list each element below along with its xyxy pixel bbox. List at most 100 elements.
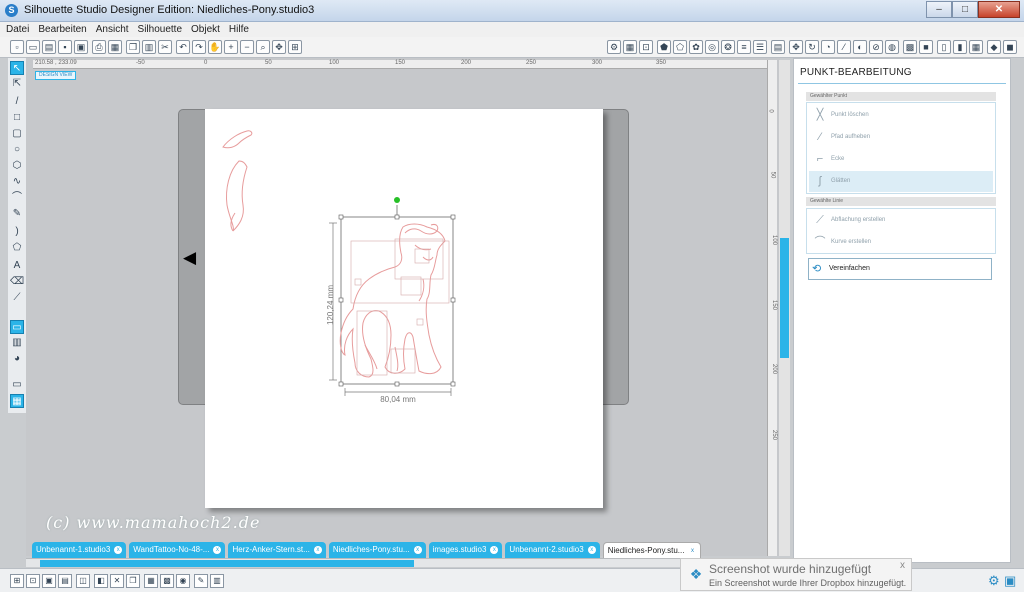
close-tab-icon[interactable]: x: [213, 546, 222, 554]
registration-icon[interactable]: ⊡: [639, 40, 653, 54]
open-file-icon[interactable]: ▭: [26, 40, 40, 54]
grid-icon[interactable]: ▦: [623, 40, 637, 54]
curve-tool-icon[interactable]: ∿: [10, 175, 24, 189]
maximize-button[interactable]: □: [952, 1, 978, 18]
edit-icon[interactable]: ✎: [194, 574, 208, 588]
move-icon[interactable]: ✥: [789, 40, 803, 54]
design-shapes[interactable]: 120,24 mm 80,04 mm: [205, 109, 603, 409]
arc-tool-icon[interactable]: ⌒: [10, 191, 24, 205]
ungroup-icon[interactable]: ▤: [58, 574, 72, 588]
rounded-rect-tool-icon[interactable]: ▢: [10, 127, 24, 141]
tab-niedliches-pony-active[interactable]: Niedliches-Pony.stu... x: [602, 542, 702, 558]
device-icon[interactable]: ▮: [953, 40, 967, 54]
split-view-icon[interactable]: ▦: [10, 394, 24, 408]
rectangle-tool-icon[interactable]: □: [10, 111, 24, 125]
pattern-icon[interactable]: ✿: [689, 40, 703, 54]
send-icon[interactable]: ▯: [937, 40, 951, 54]
zoom-select-icon[interactable]: ⌕: [256, 40, 270, 54]
minimize-button[interactable]: –: [926, 1, 952, 18]
delete-icon[interactable]: ✕: [110, 574, 124, 588]
freehand-tool-icon[interactable]: ✎: [10, 207, 24, 221]
transform-icon[interactable]: ▤: [771, 40, 785, 54]
paste-icon[interactable]: ▥: [142, 40, 156, 54]
eraser-tool-icon[interactable]: ⌫: [10, 275, 24, 289]
cut-settings-icon[interactable]: ▩: [903, 40, 917, 54]
drag-zoom-icon[interactable]: ✥: [272, 40, 286, 54]
tab-wandtattoo[interactable]: WandTattoo-No-48-... x: [129, 542, 226, 558]
polygon-tool-icon[interactable]: ⬡: [10, 159, 24, 173]
delete-point-button[interactable]: ╳ Punkt löschen: [809, 105, 993, 126]
save-icon[interactable]: ▪: [58, 40, 72, 54]
text-tool-icon[interactable]: A: [10, 259, 24, 273]
fill-color-icon[interactable]: ⬟: [657, 40, 671, 54]
menu-silhouette[interactable]: Silhouette: [138, 22, 182, 37]
trace-icon[interactable]: ◍: [885, 40, 899, 54]
horizontal-scrollbar[interactable]: [26, 558, 786, 567]
store-icon[interactable]: ◕: [10, 352, 24, 366]
knife-icon[interactable]: ◼: [1003, 40, 1017, 54]
select-tool-icon[interactable]: ↖: [10, 61, 24, 75]
redo-icon[interactable]: ↷: [192, 40, 206, 54]
window-layout-icon[interactable]: ▭: [10, 378, 24, 392]
close-tab-icon[interactable]: x: [114, 546, 123, 554]
replicate-icon[interactable]: ❂: [721, 40, 735, 54]
align-icon[interactable]: ≡: [737, 40, 751, 54]
undo-icon[interactable]: ↶: [176, 40, 190, 54]
eraser-icon[interactable]: ◆: [987, 40, 1001, 54]
regular-polygon-icon[interactable]: ⬠: [10, 241, 24, 255]
send-back-icon[interactable]: ▩: [160, 574, 174, 588]
tab-unbenannt-1[interactable]: Unbenannt-1.studio3 x: [32, 542, 127, 558]
library-icon[interactable]: ▤: [42, 40, 56, 54]
lock-icon[interactable]: ▥: [210, 574, 224, 588]
rotate-icon[interactable]: ↻: [805, 40, 819, 54]
line-color-icon[interactable]: ⬠: [673, 40, 687, 54]
deselect-icon[interactable]: ⊡: [26, 574, 40, 588]
compound-icon[interactable]: ◫: [76, 574, 90, 588]
simplify-button[interactable]: ⟲ Vereinfachen: [808, 258, 992, 280]
notification-close-icon[interactable]: x: [900, 560, 905, 571]
pan-hand-icon[interactable]: ✋: [208, 40, 222, 54]
weld-icon[interactable]: ◉: [176, 574, 190, 588]
machine-icon[interactable]: ▣: [1004, 573, 1016, 589]
library-view-icon[interactable]: ▥: [10, 336, 24, 350]
design-view-icon[interactable]: ▭: [10, 320, 24, 334]
cut-icon[interactable]: ✂: [158, 40, 172, 54]
select-all-icon[interactable]: ⊞: [10, 574, 24, 588]
menu-objekt[interactable]: Objekt: [191, 22, 220, 37]
group-icon[interactable]: ▣: [42, 574, 56, 588]
break-path-button[interactable]: ⁄ Pfad aufheben: [809, 127, 993, 148]
scale-icon[interactable]: ◔: [821, 40, 835, 54]
media-icon[interactable]: ■: [919, 40, 933, 54]
close-tab-icon[interactable]: x: [587, 546, 596, 554]
duplicate-icon[interactable]: ❐: [126, 574, 140, 588]
knife-tool-icon[interactable]: ⟋: [10, 291, 24, 305]
copy-icon[interactable]: ❐: [126, 40, 140, 54]
edit-points-icon[interactable]: ⇱: [10, 77, 24, 91]
tab-herz-anker-stern[interactable]: Herz-Anker-Stern.st... x: [228, 542, 326, 558]
close-tab-icon[interactable]: x: [413, 546, 422, 554]
release-compound-icon[interactable]: ◧: [94, 574, 108, 588]
vertical-scroll-thumb[interactable]: [780, 238, 789, 358]
line-style-icon[interactable]: ☰: [753, 40, 767, 54]
shear-icon[interactable]: ⁄: [837, 40, 851, 54]
menu-datei[interactable]: Datei: [6, 22, 29, 37]
flatten-button[interactable]: ⟋ Abflachung erstellen: [809, 210, 993, 231]
fit-to-page-icon[interactable]: ⊞: [288, 40, 302, 54]
new-file-icon[interactable]: ▫: [10, 40, 24, 54]
menu-bearbeiten[interactable]: Bearbeiten: [38, 22, 86, 37]
page-settings-icon[interactable]: ⚙: [607, 40, 621, 54]
zoom-in-icon[interactable]: +: [224, 40, 238, 54]
send-to-cutter-icon[interactable]: ▦: [108, 40, 122, 54]
zoom-out-icon[interactable]: −: [240, 40, 254, 54]
tab-niedliches-pony-1[interactable]: Niedliches-Pony.stu... x: [328, 542, 426, 558]
no-entry-icon[interactable]: ⊘: [869, 40, 883, 54]
close-tab-icon[interactable]: x: [490, 546, 499, 554]
close-tab-icon[interactable]: x: [313, 546, 322, 554]
smooth-button[interactable]: ʃ Glätten: [809, 171, 993, 192]
line-tool-icon[interactable]: /: [10, 95, 24, 109]
offset-icon[interactable]: ◎: [705, 40, 719, 54]
horizontal-scroll-thumb[interactable]: [40, 560, 414, 567]
dropbox-notification[interactable]: ❖ Screenshot wurde hinzugefügt Ein Scree…: [680, 558, 912, 591]
tab-unbenannt-2[interactable]: Unbenannt-2.studio3 x: [505, 542, 600, 558]
tab-images[interactable]: images.studio3 x: [428, 542, 503, 558]
